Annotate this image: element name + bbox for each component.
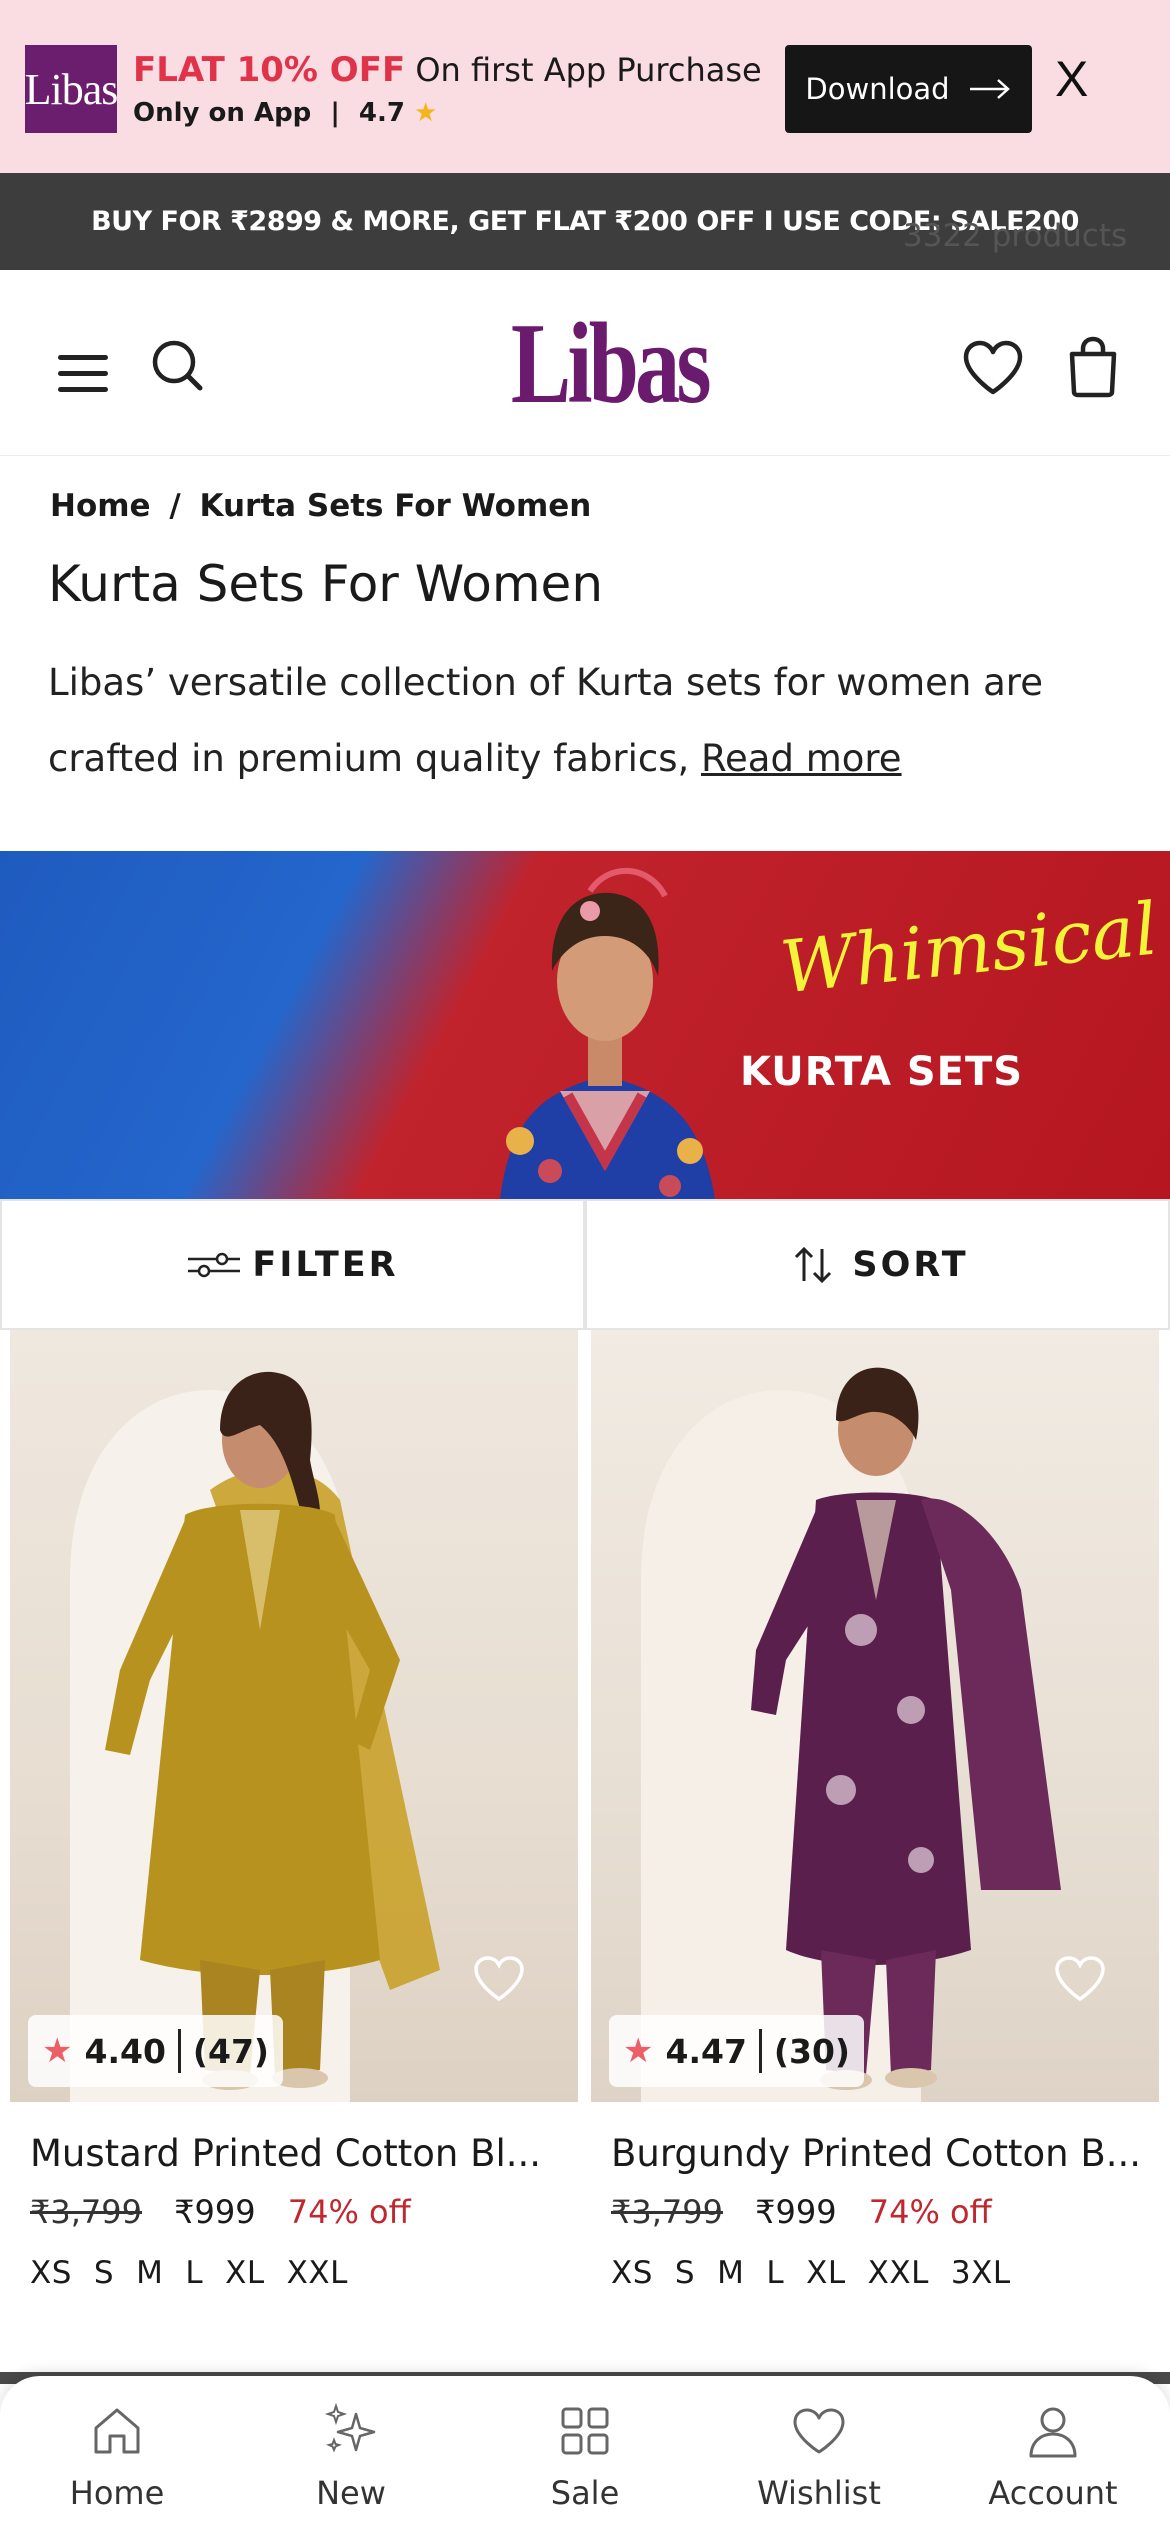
app-logo: Libas bbox=[25, 45, 118, 133]
size-option: 3XL bbox=[950, 2255, 1011, 2291]
sort-label: SORT bbox=[852, 1244, 969, 1285]
size-option: XS bbox=[611, 2255, 653, 2291]
wishlist-heart-icon[interactable] bbox=[1054, 1955, 1106, 2003]
product-name[interactable]: Mustard Printed Cotton Bl... bbox=[30, 2132, 570, 2175]
size-list: XS S M L XL XXL bbox=[30, 2255, 582, 2291]
bottom-navigation: Home New Sale Wishlist Account bbox=[0, 2376, 1170, 2532]
wishlist-icon[interactable] bbox=[962, 340, 1024, 396]
size-option: XS bbox=[30, 2255, 72, 2291]
sparkle-icon bbox=[324, 2402, 376, 2453]
nav-account[interactable]: Account bbox=[936, 2376, 1170, 2532]
filter-label: FILTER bbox=[252, 1244, 399, 1285]
breadcrumb-separator: / bbox=[169, 488, 181, 524]
rating-value: 4.47 bbox=[665, 2031, 747, 2071]
product-card[interactable]: ★ 4.40 (47) Mustard Printed Cotton Bl...… bbox=[10, 1330, 582, 2291]
bag-icon[interactable] bbox=[1066, 336, 1120, 398]
sort-button[interactable]: SORT bbox=[585, 1199, 1170, 1330]
nav-sale-label: Sale bbox=[550, 2474, 620, 2512]
star-icon: ★ bbox=[414, 98, 438, 128]
original-price: ₹3,799 bbox=[30, 2193, 142, 2231]
discount-label: 74% off bbox=[868, 2193, 992, 2231]
breadcrumb: Home / Kurta Sets For Women bbox=[50, 488, 591, 524]
product-image[interactable]: ★ 4.40 (47) bbox=[10, 1330, 578, 2102]
star-icon: ★ bbox=[42, 2031, 73, 2071]
filter-icon bbox=[188, 1252, 241, 1277]
breadcrumb-home[interactable]: Home bbox=[50, 488, 151, 524]
price-row: ₹3,799 ₹999 74% off bbox=[611, 2193, 1163, 2231]
nav-home-label: Home bbox=[69, 2474, 165, 2512]
nav-new[interactable]: New bbox=[234, 2376, 468, 2532]
size-option: XL bbox=[225, 2255, 265, 2291]
heart-icon bbox=[793, 2408, 845, 2454]
discount-label: 74% off bbox=[287, 2193, 411, 2231]
app-promo-banner: Libas FLAT 10% OFF On first App Purchase… bbox=[0, 0, 1170, 173]
product-image[interactable]: ★ 4.47 (30) bbox=[591, 1330, 1159, 2102]
size-option: XL bbox=[806, 2255, 846, 2291]
wishlist-heart-icon[interactable] bbox=[473, 1955, 525, 2003]
size-option: L bbox=[185, 2255, 204, 2291]
grid-icon bbox=[561, 2407, 609, 2455]
hero-banner[interactable]: Whimsical KURTA SETS bbox=[0, 851, 1170, 1199]
promo-highlight: FLAT 10% OFF bbox=[133, 50, 406, 90]
only-on-app-text: Only on App bbox=[133, 98, 312, 128]
hero-caps-text: KURTA SETS bbox=[740, 1049, 1024, 1095]
size-option: S bbox=[93, 2255, 115, 2291]
size-option: M bbox=[136, 2255, 164, 2291]
size-option: S bbox=[674, 2255, 696, 2291]
price-row: ₹3,799 ₹999 74% off bbox=[30, 2193, 582, 2231]
filter-button[interactable]: FILTER bbox=[0, 1199, 585, 1330]
size-option: M bbox=[717, 2255, 745, 2291]
review-count: (30) bbox=[773, 2031, 850, 2071]
review-count: (47) bbox=[192, 2031, 269, 2071]
close-banner-button[interactable]: X bbox=[1055, 50, 1088, 108]
breadcrumb-current: Kurta Sets For Women bbox=[199, 488, 592, 524]
arrow-right-icon bbox=[969, 79, 1010, 99]
rating-badge: ★ 4.47 (30) bbox=[609, 2015, 864, 2087]
search-icon[interactable] bbox=[150, 338, 206, 394]
filter-sort-bar: FILTER SORT bbox=[0, 1199, 1170, 1330]
original-price: ₹3,799 bbox=[611, 2193, 723, 2231]
product-card[interactable]: ★ 4.47 (30) Burgundy Printed Cotton B...… bbox=[591, 1330, 1163, 2291]
category-description: Libas’ versatile collection of Kurta set… bbox=[48, 645, 1138, 797]
menu-icon[interactable] bbox=[58, 355, 110, 392]
product-name[interactable]: Burgundy Printed Cotton B... bbox=[611, 2132, 1151, 2175]
download-label: Download bbox=[805, 72, 950, 106]
rating-divider bbox=[758, 2029, 762, 2073]
size-option: XXL bbox=[867, 2255, 929, 2291]
star-icon: ★ bbox=[623, 2031, 654, 2071]
hero-script-text: Whimsical bbox=[776, 886, 1162, 1010]
nav-home[interactable]: Home bbox=[0, 2376, 234, 2532]
read-more-link[interactable]: Read more bbox=[701, 737, 902, 780]
rating-divider bbox=[177, 2029, 181, 2073]
size-option: XXL bbox=[286, 2255, 348, 2291]
site-header: Libas bbox=[0, 270, 1170, 456]
app-rating: 4.7 bbox=[358, 98, 405, 128]
nav-wishlist[interactable]: Wishlist bbox=[702, 2376, 936, 2532]
promo-subline: Only on App | 4.7 ★ bbox=[133, 98, 437, 128]
nav-new-label: New bbox=[316, 2474, 386, 2512]
nav-wishlist-label: Wishlist bbox=[757, 2474, 881, 2512]
nav-account-label: Account bbox=[988, 2474, 1118, 2512]
nav-sale[interactable]: Sale bbox=[468, 2376, 702, 2532]
sale-price: ₹999 bbox=[755, 2193, 837, 2231]
size-option: L bbox=[766, 2255, 785, 2291]
size-list: XS S M L XL XXL 3XL bbox=[611, 2255, 1163, 2291]
rating-value: 4.40 bbox=[84, 2031, 166, 2071]
model-image bbox=[500, 867, 715, 1199]
page-title: Kurta Sets For Women bbox=[48, 555, 604, 613]
promo-headline: FLAT 10% OFF On first App Purchase bbox=[133, 50, 762, 90]
sale-price: ₹999 bbox=[174, 2193, 256, 2231]
product-count: 3322 products bbox=[903, 218, 1128, 254]
brand-logo[interactable]: Libas bbox=[511, 294, 712, 434]
sort-icon bbox=[795, 1246, 832, 1283]
promo-separator: | bbox=[330, 98, 340, 128]
download-app-button[interactable]: Download bbox=[785, 45, 1032, 133]
rating-badge: ★ 4.40 (47) bbox=[28, 2015, 283, 2087]
home-icon bbox=[94, 2408, 140, 2454]
user-icon bbox=[1029, 2407, 1077, 2458]
promo-tagline: On first App Purchase bbox=[415, 51, 762, 89]
